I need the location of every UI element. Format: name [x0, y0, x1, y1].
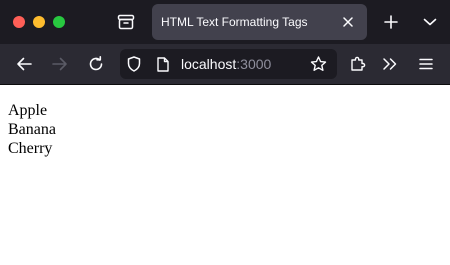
- new-tab-icon[interactable]: [380, 11, 402, 33]
- url-host: localhost: [181, 56, 237, 72]
- address-bar[interactable]: localhost:3000: [120, 49, 337, 79]
- list-line-cherry: Cherry: [8, 140, 53, 157]
- tab-title: HTML Text Formatting Tags: [161, 15, 308, 29]
- chevron-down-icon[interactable]: [419, 11, 441, 33]
- extensions-puzzle-icon[interactable]: [347, 53, 369, 75]
- navigation-toolbar: localhost:3000: [0, 44, 450, 85]
- forward-arrow-icon[interactable]: [49, 53, 71, 75]
- hamburger-menu-icon[interactable]: [415, 53, 437, 75]
- minimize-window-button[interactable]: [33, 16, 45, 28]
- back-arrow-icon[interactable]: [13, 53, 35, 75]
- maximize-window-button[interactable]: [53, 16, 65, 28]
- page-content: Apple Banana Cherry: [0, 85, 450, 265]
- bookmark-star-icon[interactable]: [309, 55, 327, 73]
- overflow-chevrons-icon[interactable]: [379, 53, 401, 75]
- shield-icon[interactable]: [126, 56, 142, 72]
- page-icon[interactable]: [156, 56, 170, 72]
- close-tab-icon[interactable]: [340, 14, 356, 30]
- url-port: :3000: [236, 56, 272, 72]
- reload-icon[interactable]: [85, 53, 107, 75]
- firefox-view-icon[interactable]: [112, 10, 140, 34]
- list-line-banana: Banana: [8, 121, 56, 138]
- close-window-button[interactable]: [13, 16, 25, 28]
- list-line-apple: Apple: [8, 102, 48, 119]
- fruit-list: Apple Banana Cherry: [8, 101, 56, 158]
- tab-bar: HTML Text Formatting Tags: [0, 0, 450, 44]
- active-tab[interactable]: HTML Text Formatting Tags: [152, 4, 367, 40]
- url-text[interactable]: localhost:3000: [181, 56, 271, 72]
